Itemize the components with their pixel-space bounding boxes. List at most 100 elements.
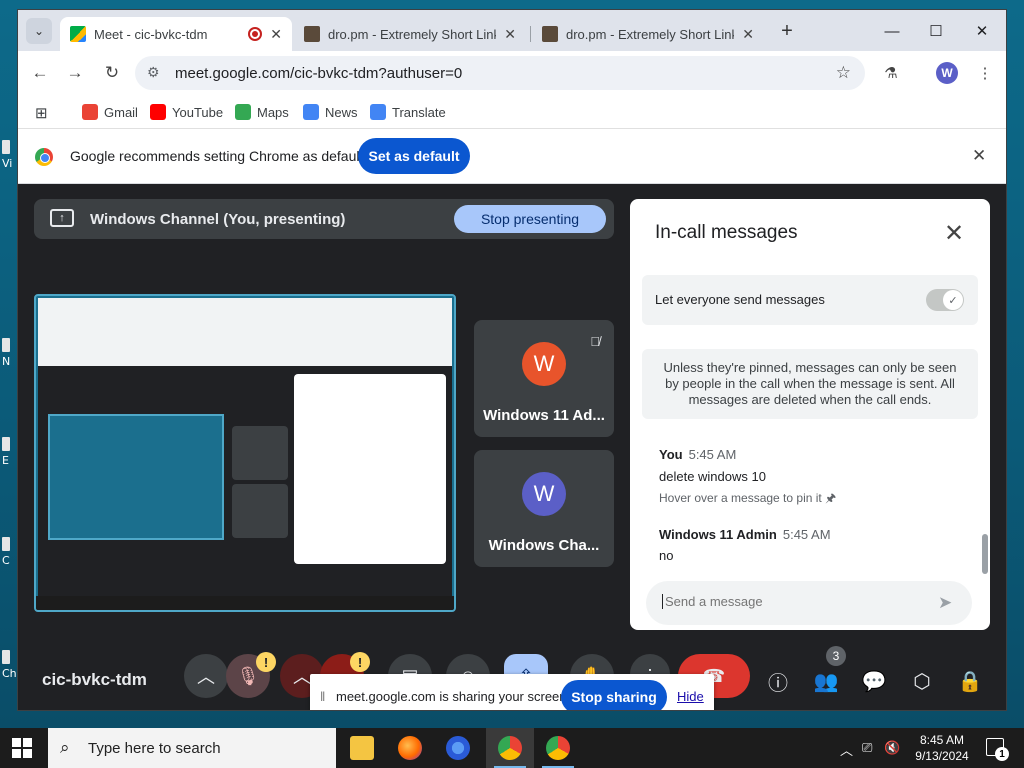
tab-dropm-2[interactable]: dro.pm - Extremely Short Links ✕: [532, 17, 764, 51]
tab-search-button[interactable]: ⌄: [26, 18, 52, 44]
drag-handle-icon[interactable]: ‖: [320, 689, 325, 704]
more-vert-icon: ⋮: [977, 65, 993, 82]
reload-button[interactable]: ↻: [99, 60, 125, 86]
send-icon[interactable]: ➤: [938, 593, 952, 613]
firefox-app[interactable]: [386, 728, 434, 768]
menu-button[interactable]: ⋮: [972, 60, 998, 86]
bookmark-gmail[interactable]: Gmail: [82, 104, 138, 120]
recursive-browser-chrome: [38, 298, 452, 366]
desktop-shortcut[interactable]: N: [2, 338, 18, 368]
start-button[interactable]: [12, 738, 32, 758]
clock-time: 8:45 AM: [919, 733, 965, 747]
participant-tile[interactable]: W Windows Cha...: [474, 450, 614, 567]
recording-icon: [248, 27, 263, 41]
hide-link[interactable]: Hide: [677, 689, 704, 704]
share-message: meet.google.com is sharing your screen.: [336, 689, 571, 704]
taskbar-clock[interactable]: 8:45 AM 9/13/2024: [912, 732, 972, 764]
tab-strip: ⌄ Meet - cic-bvkc-tdm ✕ dro.pm - Extreme…: [18, 10, 1006, 51]
presentation-tile[interactable]: [34, 294, 456, 612]
maximize-button[interactable]: ☐: [918, 17, 954, 45]
chrome-profile-app[interactable]: [486, 728, 534, 768]
chat-scrollbar[interactable]: [982, 534, 988, 574]
taskbar-search[interactable]: ⌕ Type here to search: [48, 728, 336, 768]
people-icon: 👥: [813, 670, 839, 693]
back-button[interactable]: ←: [27, 60, 53, 86]
recursive-chat-panel: [294, 374, 446, 564]
close-window-button[interactable]: ✕: [964, 17, 1000, 45]
browser-toolbar: ← → ↻ ⚙ meet.google.com/cic-bvkc-tdm?aut…: [18, 51, 1006, 95]
close-infobar-icon[interactable]: ✕: [972, 146, 986, 166]
participant-name: Windows Cha...: [488, 537, 600, 554]
set-as-default-button[interactable]: Set as default: [358, 138, 470, 174]
gmail-icon: [82, 104, 98, 120]
chat-button[interactable]: 💬: [860, 667, 888, 695]
youtube-icon: [150, 104, 166, 120]
forward-button[interactable]: →: [62, 60, 88, 86]
bookmark-star-icon[interactable]: ☆: [836, 63, 851, 83]
chromium-app[interactable]: [434, 728, 482, 768]
file-explorer-app[interactable]: [338, 728, 386, 768]
bookmark-news[interactable]: News: [303, 104, 358, 120]
close-panel-icon[interactable]: ✕: [944, 219, 964, 248]
chevron-down-icon: ⌄: [33, 24, 45, 38]
profile-avatar[interactable]: W: [936, 62, 958, 84]
translate-icon: [370, 104, 386, 120]
desktop-shortcut[interactable]: E: [2, 437, 18, 467]
presenting-label: Windows Channel (You, presenting): [90, 211, 346, 228]
participant-avatar: W: [522, 342, 566, 386]
dropm-favicon-icon: [542, 26, 558, 42]
close-tab-icon[interactable]: ✕: [742, 26, 754, 43]
tray-overflow-icon[interactable]: ︿: [840, 740, 853, 759]
search-icon: ⌕: [60, 738, 70, 757]
address-bar[interactable]: ⚙ meet.google.com/cic-bvkc-tdm?authuser=…: [135, 56, 865, 90]
activities-button[interactable]: ⬡: [908, 667, 936, 695]
apps-button[interactable]: ⊞: [35, 104, 48, 122]
chrome-app[interactable]: [534, 728, 582, 768]
bookmark-maps[interactable]: Maps: [235, 104, 289, 120]
chat-icon: 💬: [861, 670, 887, 693]
participant-avatar: W: [522, 472, 566, 516]
chrome-icon: [498, 736, 522, 760]
let-everyone-send-toggle[interactable]: ✓: [926, 289, 964, 311]
meeting-details-button[interactable]: ⓘ: [764, 667, 792, 695]
bookmark-translate[interactable]: Translate: [370, 104, 446, 120]
close-tab-icon[interactable]: ✕: [504, 26, 516, 43]
bookmarks-bar: ⊞ Gmail YouTube Maps News Translate: [18, 95, 1006, 129]
network-icon[interactable]: ⎚: [862, 740, 872, 756]
site-info-icon[interactable]: ⚙: [147, 64, 160, 81]
url-text[interactable]: meet.google.com/cic-bvkc-tdm?authuser=0: [175, 65, 462, 82]
stop-sharing-button[interactable]: Stop sharing: [561, 680, 667, 710]
desktop-shortcut[interactable]: C: [2, 537, 18, 567]
tab-title: dro.pm - Extremely Short Links: [566, 26, 735, 42]
notification-center-icon[interactable]: 1: [986, 738, 1009, 761]
send-message-input[interactable]: [662, 594, 922, 609]
recursive-tile: [232, 426, 288, 480]
desktop-shortcut[interactable]: Ch: [2, 650, 18, 680]
message-text[interactable]: no: [659, 548, 673, 563]
desktop-shortcut[interactable]: Vi: [2, 140, 18, 170]
tab-meet[interactable]: Meet - cic-bvkc-tdm ✕: [60, 17, 292, 51]
chevron-up-icon: ︿: [293, 667, 311, 687]
close-tab-icon[interactable]: ✕: [270, 26, 282, 43]
volume-muted-icon[interactable]: 🔇: [884, 740, 900, 756]
recursive-screen: [48, 414, 224, 540]
present-screen-icon: ↑: [50, 209, 74, 227]
more-audio-options-button[interactable]: ︿: [184, 654, 228, 698]
participant-tile[interactable]: 🎙̸ W Windows 11 Ad...: [474, 320, 614, 437]
people-button[interactable]: 👥: [812, 667, 840, 695]
tab-title: Meet - cic-bvkc-tdm: [94, 26, 208, 42]
minimize-button[interactable]: —: [874, 17, 910, 45]
message-text[interactable]: delete windows 10: [659, 469, 766, 484]
labs-button[interactable]: ⚗: [878, 60, 904, 86]
recursive-taskbar: [36, 596, 454, 610]
meeting-code: cic-bvkc-tdm: [42, 670, 147, 689]
reload-icon: ↻: [104, 63, 120, 82]
host-controls-button[interactable]: 🔒: [956, 667, 984, 695]
maps-icon: [235, 104, 251, 120]
new-tab-button[interactable]: +: [776, 20, 798, 43]
folder-icon: [350, 736, 374, 760]
stop-presenting-button[interactable]: Stop presenting: [454, 205, 606, 233]
bookmark-youtube[interactable]: YouTube: [150, 104, 223, 120]
tab-dropm-1[interactable]: dro.pm - Extremely Short Links ✕: [294, 17, 526, 51]
forward-arrow-icon: →: [66, 63, 84, 82]
